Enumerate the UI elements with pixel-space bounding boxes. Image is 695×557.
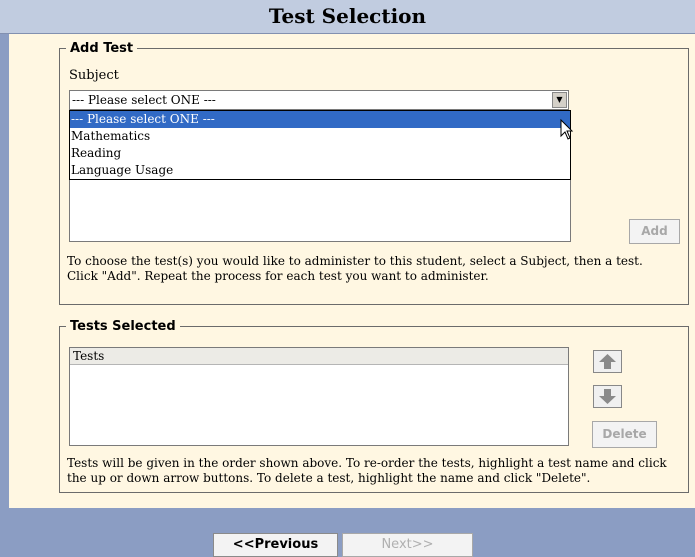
add-test-legend: Add Test [70, 41, 134, 56]
subject-option[interactable]: Language Usage [70, 162, 570, 179]
delete-button[interactable]: Delete [592, 421, 657, 448]
move-up-button[interactable] [593, 350, 622, 373]
next-button[interactable]: Next>> [342, 533, 473, 557]
subject-option[interactable]: Reading [70, 145, 570, 162]
add-test-help-text: To choose the test(s) you would like to … [67, 254, 643, 283]
footer-bar: <<Previous Next>> [0, 508, 695, 557]
tests-selected-help-text: Tests will be given in the order shown a… [67, 456, 667, 485]
subject-option[interactable]: Mathematics [70, 128, 570, 145]
tests-selected-group: Tests Selected Tests Delete Tests will b… [59, 319, 689, 493]
tests-column-header: Tests [70, 348, 568, 365]
subject-select-value: --- Please select ONE --- [72, 93, 216, 107]
selected-tests-list[interactable]: Tests [69, 347, 569, 446]
dropdown-arrow-icon[interactable]: ▼ [552, 92, 567, 108]
add-test-group: Add Test Subject --- Please select ONE -… [59, 41, 689, 305]
add-button[interactable]: Add [629, 219, 680, 244]
up-arrow-icon [599, 354, 616, 369]
move-down-button[interactable] [593, 385, 622, 408]
previous-button[interactable]: <<Previous [213, 533, 338, 557]
tests-selected-legend: Tests Selected [70, 319, 176, 334]
main-panel: Add Test Subject --- Please select ONE -… [9, 34, 695, 508]
mouse-cursor-icon [560, 119, 574, 140]
subject-select[interactable]: --- Please select ONE --- ▼ [69, 90, 569, 110]
page-title: Test Selection [268, 4, 427, 28]
subject-dropdown-list[interactable]: --- Please select ONE --- Mathematics Re… [69, 110, 571, 180]
down-arrow-icon [599, 389, 616, 404]
page-header: Test Selection [0, 0, 695, 34]
test-list[interactable] [69, 180, 571, 242]
subject-option[interactable]: --- Please select ONE --- [70, 111, 570, 128]
subject-label: Subject [69, 68, 119, 83]
